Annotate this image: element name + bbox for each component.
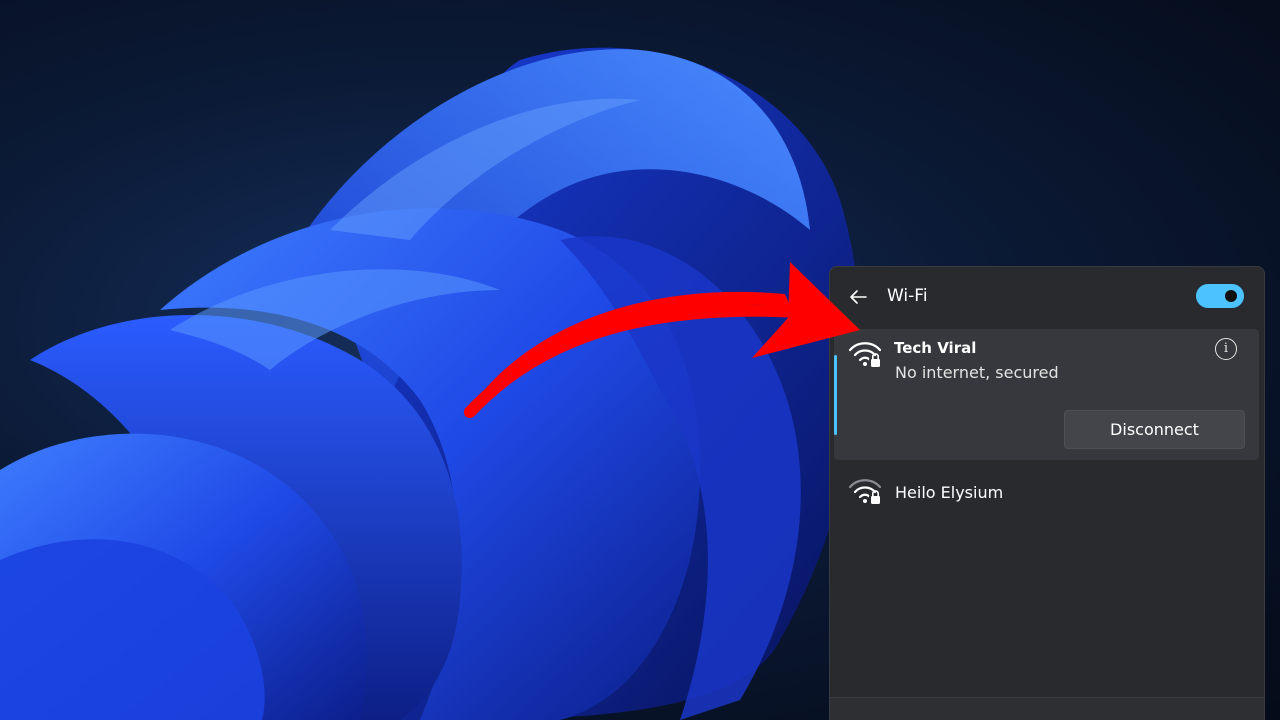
desktop: Wi-Fi Tech Viral No internet, secured i …: [0, 0, 1280, 720]
wifi-toggle[interactable]: [1196, 284, 1244, 308]
panel-header: Wi-Fi: [830, 267, 1264, 329]
wifi-secured-icon: [848, 479, 882, 505]
wifi-secured-icon: [848, 342, 882, 368]
network-status: No internet, secured: [895, 363, 1059, 382]
panel-footer: [830, 697, 1264, 720]
network-name: Heilo Elysium: [895, 483, 1004, 502]
arrow-left-icon: [850, 290, 867, 304]
wifi-flyout-panel: Wi-Fi Tech Viral No internet, secured i …: [829, 266, 1265, 720]
selected-indicator: [834, 355, 837, 435]
disconnect-button[interactable]: Disconnect: [1064, 410, 1245, 449]
panel-title: Wi-Fi: [887, 286, 928, 306]
toggle-knob: [1225, 290, 1237, 302]
info-icon[interactable]: i: [1215, 338, 1237, 360]
back-button[interactable]: [844, 285, 872, 309]
network-item-heilo-elysium[interactable]: Heilo Elysium: [834, 468, 1259, 516]
network-item-tech-viral[interactable]: Tech Viral No internet, secured i Discon…: [834, 329, 1259, 460]
network-name: Tech Viral: [894, 339, 977, 357]
